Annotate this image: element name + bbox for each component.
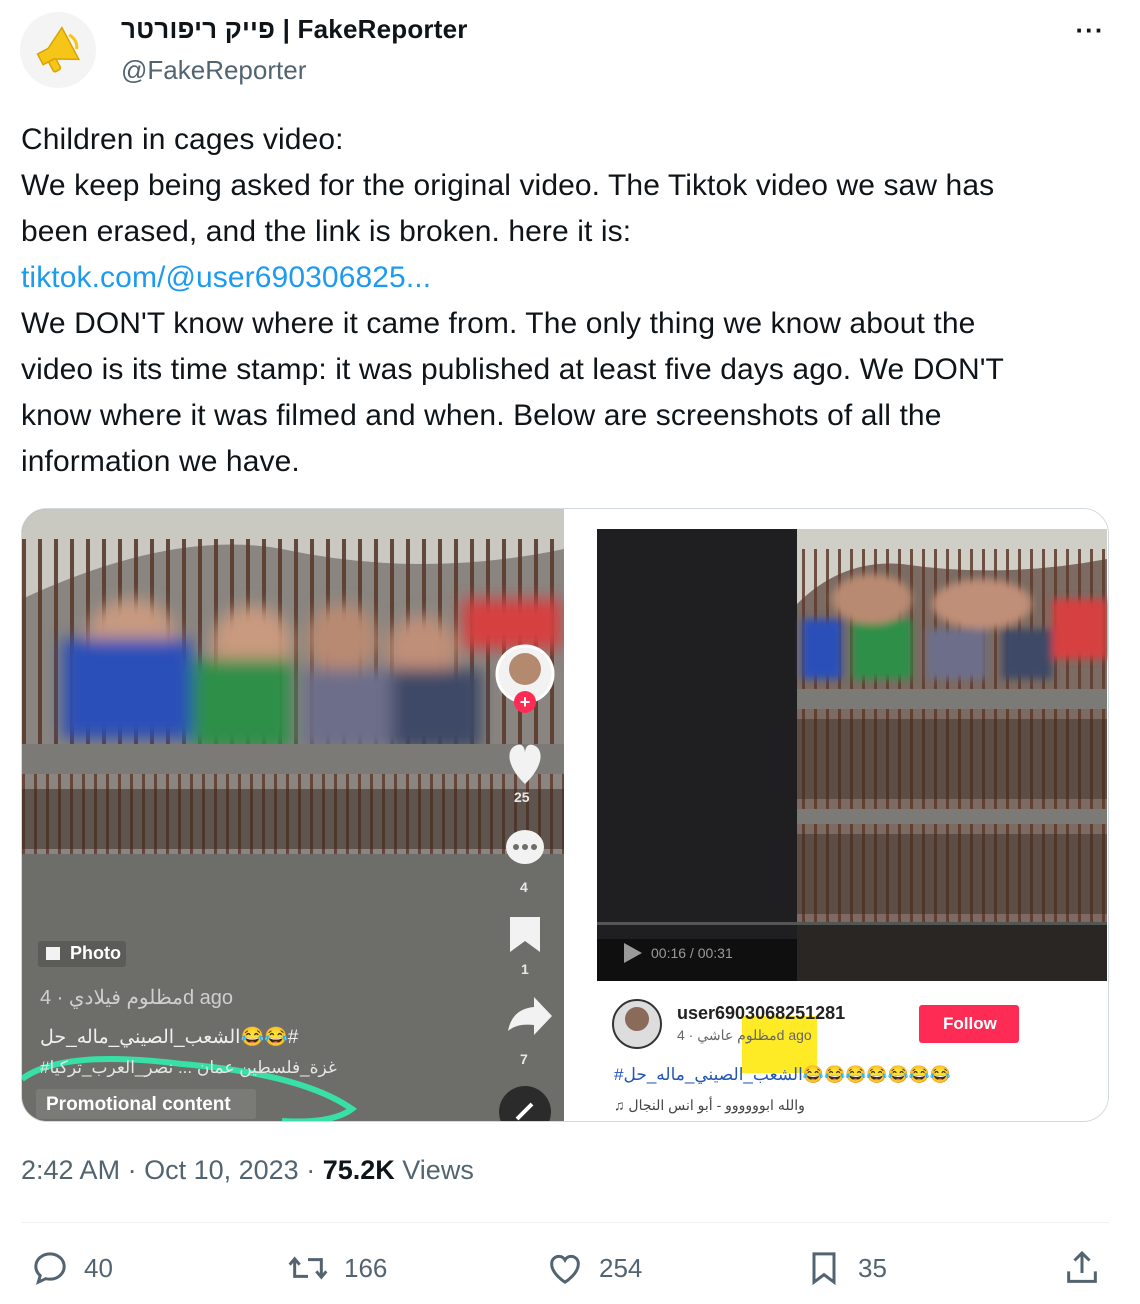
meta-separator: · (127, 1155, 145, 1185)
tweet-text-line: been erased, and the link is broken. her… (21, 215, 632, 248)
right-hashtags: #الشعب_الصيني_ماله_حل😂😂😂😂😂😂😂 (614, 1065, 952, 1084)
left-saves-count: 1 (521, 961, 529, 977)
tweet-text-line: know where it was filmed and when. Below… (21, 399, 942, 432)
author-handle[interactable]: @FakeReporter (121, 55, 306, 86)
tweet-date[interactable]: Oct 10, 2023 (144, 1155, 299, 1185)
like-count: 254 (599, 1252, 643, 1283)
svg-text:+: + (520, 692, 531, 712)
share-button[interactable] (1062, 1245, 1102, 1291)
video-time: 00:16 / 00:31 (651, 945, 733, 961)
left-hashtags-1: الشعب_الصيني_ماله_حل😂😂# (40, 1027, 299, 1048)
more-options-icon[interactable]: ··· (1070, 15, 1110, 45)
divider (21, 1222, 1109, 1223)
bookmark-icon (812, 1252, 836, 1286)
tweet-text-line: Children in cages video: (21, 123, 344, 156)
tweet-media[interactable]: + 25 4 1 7 Photo مظلوم فيلادي · 4d ago ا… (21, 508, 1109, 1122)
promotional-content-label: Promotional content (46, 1094, 231, 1115)
photo-label: Photo (70, 943, 121, 963)
share-icon (1067, 1250, 1097, 1283)
right-sound: ♫ والله ابوووووو - أبو انس النجال (614, 1097, 805, 1113)
repost-icon (288, 1256, 328, 1280)
right-username: user6903068251281 (677, 1003, 846, 1023)
reply-count: 40 (84, 1252, 113, 1283)
follow-button: Follow (943, 1014, 997, 1033)
left-hashtags-2: #غزة_فلسطين عمان ... نصر_العرب_تركيا (40, 1058, 337, 1077)
tweet-meta: 2:42 AM · Oct 10, 2023 · 75.2K Views (21, 1155, 474, 1186)
heart-icon (550, 1254, 580, 1284)
tweet-time[interactable]: 2:42 AM (21, 1155, 120, 1185)
left-comments-count: 4 (520, 879, 528, 895)
tweet-text-line: We keep being asked for the original vid… (21, 169, 995, 202)
reply-button[interactable]: 40 (30, 1245, 113, 1291)
like-button[interactable]: 254 (545, 1245, 642, 1291)
author-display-name[interactable]: פייק ריפורטר | FakeReporter (121, 14, 468, 45)
views-label: Views (402, 1155, 474, 1185)
megaphone-icon (20, 12, 96, 88)
left-shares-count: 7 (520, 1051, 528, 1067)
tweet: פייק ריפורטר | FakeReporter @FakeReporte… (0, 0, 1140, 1304)
left-likes-count: 25 (514, 789, 530, 805)
right-sub-line: مظلوم عاشي · 4d ago (677, 1027, 812, 1043)
tweet-text-line: We DON'T know where it came from. The on… (21, 307, 976, 340)
tiktok-link[interactable]: tiktok.com/@user690306825... (21, 255, 1121, 301)
bookmark-button[interactable]: 35 (804, 1245, 887, 1291)
tweet-text: Children in cages video: We keep being a… (21, 117, 1121, 485)
views-count: 75.2K (322, 1155, 395, 1185)
tweet-text-line: video is its time stamp: it was publishe… (21, 353, 1004, 386)
reply-icon (34, 1252, 66, 1285)
avatar[interactable] (20, 12, 96, 88)
bookmark-count: 35 (858, 1252, 887, 1283)
repost-count: 166 (344, 1252, 388, 1283)
left-user-line: مظلوم فيلادي · 4d ago (40, 987, 234, 1009)
meta-separator: · (306, 1155, 323, 1185)
tweet-text-line: information we have. (21, 445, 300, 478)
repost-button[interactable]: 166 (286, 1245, 387, 1291)
right-screenshot (564, 509, 1108, 1121)
